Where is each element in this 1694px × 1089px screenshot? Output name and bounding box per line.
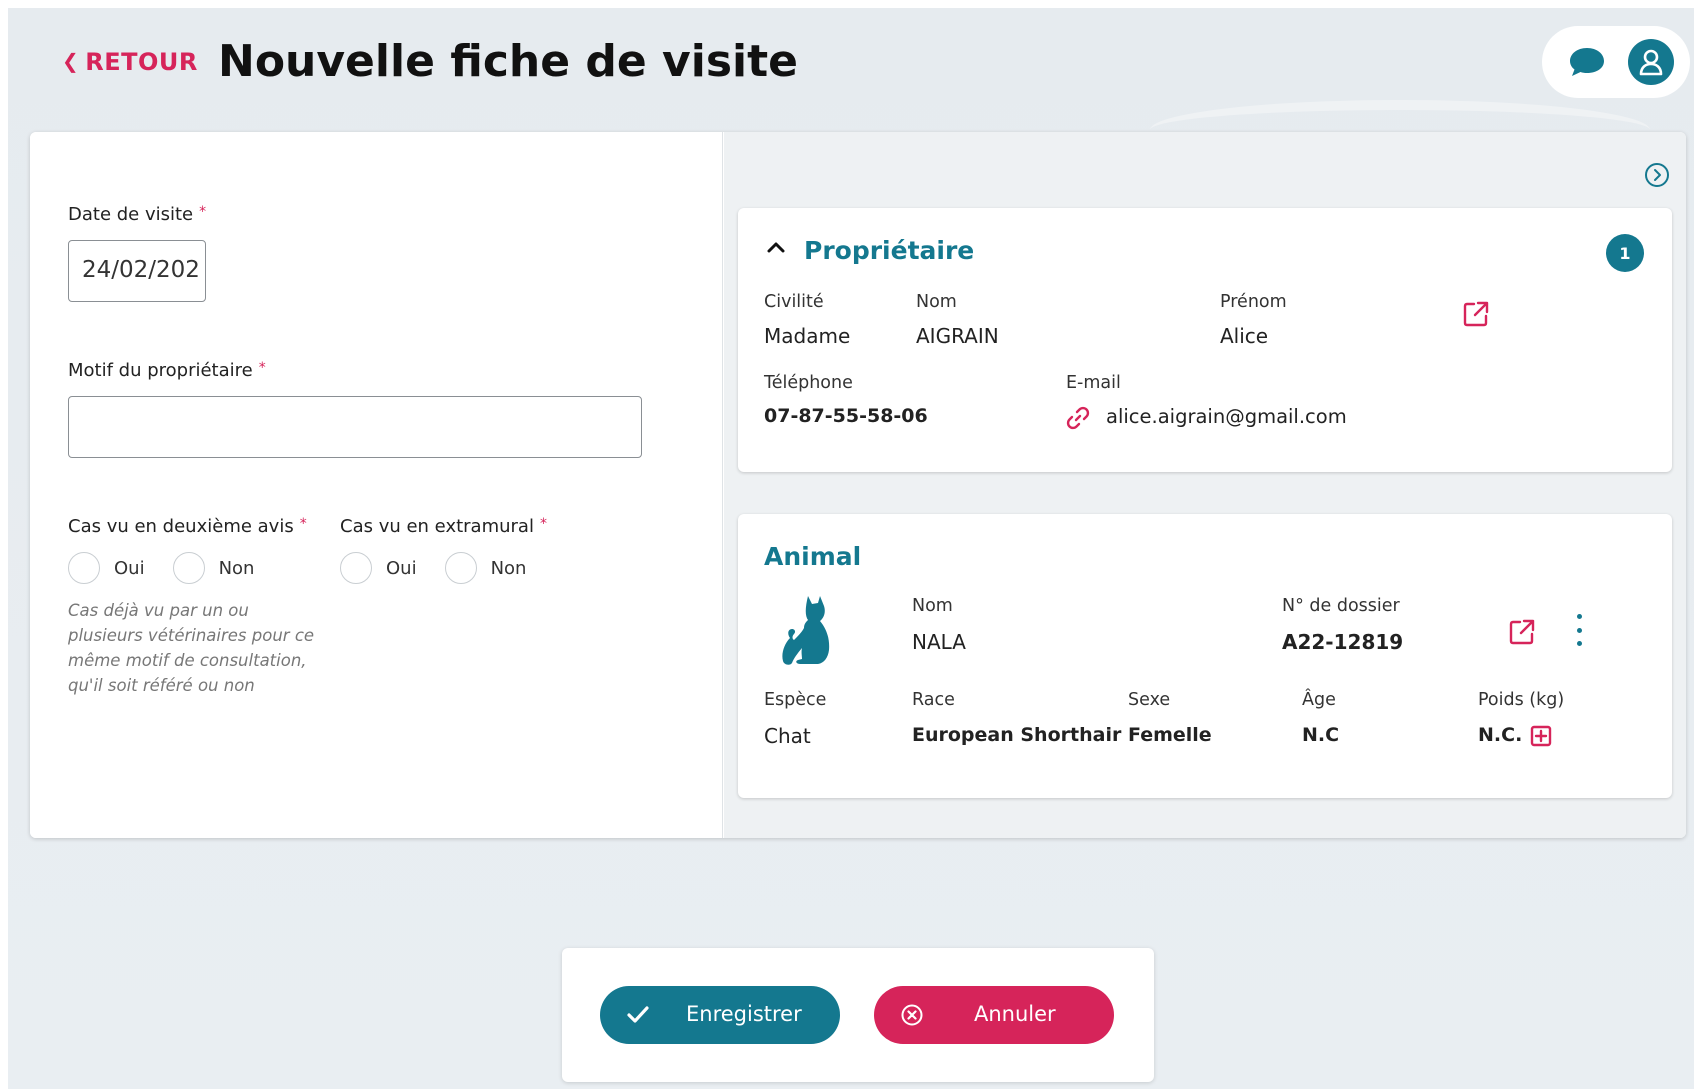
animal-card: Animal Nom NALA N° de dossier A22-12819 …: [738, 514, 1672, 798]
form-actions: Enregistrer Annuler: [562, 948, 1154, 1082]
species-label: Espèce: [764, 690, 827, 710]
more-options-icon[interactable]: [1574, 614, 1584, 646]
date-input[interactable]: 24/02/202: [68, 240, 206, 302]
owner-card: Propriétaire 1 Civilité Madame Nom AIGRA…: [738, 208, 1672, 472]
sex-value: Femelle: [1128, 724, 1212, 746]
weight-field: N.C.: [1478, 724, 1552, 747]
email-label: E-mail: [1066, 373, 1121, 393]
animal-name-value: NALA: [912, 630, 966, 654]
owner-count-badge: 1: [1606, 234, 1644, 272]
radio-label: Oui: [114, 557, 145, 579]
second-opinion-label: Cas vu en deuxième avis *: [68, 516, 307, 537]
weight-value: N.C.: [1478, 724, 1523, 746]
required-mark: *: [258, 360, 266, 376]
top-actions: [1542, 26, 1690, 98]
motif-label-text: Motif du propriétaire: [68, 360, 253, 381]
date-label-text: Date de visite: [68, 204, 194, 225]
radio-label: Oui: [386, 557, 417, 579]
radio-circle[interactable]: [172, 552, 205, 584]
required-mark: *: [539, 516, 547, 532]
species-value: Chat: [764, 724, 811, 748]
second-opinion-radio-group: Oui Non: [68, 552, 282, 584]
radio-label: Non: [218, 557, 255, 579]
cancel-button[interactable]: Annuler: [874, 986, 1114, 1044]
page-title: Nouvelle fiche de visite: [218, 36, 798, 87]
open-external-icon[interactable]: [1462, 300, 1490, 328]
chevron-left-icon: ❮: [62, 48, 80, 73]
extramural-label: Cas vu en extramural *: [340, 516, 547, 537]
breed-value: European Shorthair: [912, 724, 1122, 746]
extramural-label-text: Cas vu en extramural: [340, 516, 534, 537]
radio-circle[interactable]: [68, 552, 100, 584]
form-column: Date de visite * 24/02/202 Motif du propr…: [30, 132, 723, 838]
save-button[interactable]: Enregistrer: [600, 986, 840, 1044]
required-mark: *: [199, 204, 207, 220]
radio-circle[interactable]: [340, 552, 372, 584]
date-field-label: Date de visite *: [68, 204, 206, 225]
sex-label: Sexe: [1128, 690, 1171, 710]
owner-title: Propriétaire: [804, 236, 975, 265]
second-opinion-yes-radio[interactable]: Oui: [68, 552, 145, 584]
age-value: N.C: [1302, 724, 1340, 746]
required-mark: *: [299, 516, 307, 532]
radio-label: Non: [490, 557, 527, 579]
second-opinion-label-text: Cas vu en deuxième avis: [68, 516, 294, 537]
phone-label: Téléphone: [764, 373, 853, 393]
visit-form-card: Date de visite * 24/02/202 Motif du propr…: [30, 132, 1686, 838]
second-opinion-hint: Cas déjà vu par un ou plusieurs vétérina…: [68, 601, 315, 695]
civility-label: Civilité: [764, 292, 824, 312]
phone-value: 07-87-55-58-06: [764, 405, 928, 427]
check-icon: [627, 1006, 649, 1023]
animal-title: Animal: [764, 542, 862, 571]
open-external-icon[interactable]: [1508, 618, 1536, 646]
close-circle-icon: [901, 1004, 923, 1026]
firstname-value: Alice: [1220, 324, 1269, 348]
chat-icon[interactable]: [1568, 45, 1606, 79]
extramural-no-radio[interactable]: Non: [444, 552, 527, 584]
user-icon: [1639, 49, 1663, 76]
link-icon: [1066, 406, 1090, 430]
user-avatar-button[interactable]: [1628, 39, 1674, 85]
email-value[interactable]: alice.aigrain@gmail.com: [1106, 405, 1347, 428]
extramural-yes-radio[interactable]: Oui: [340, 552, 417, 584]
chevron-up-icon[interactable]: [766, 240, 786, 254]
chevron-right-circle-icon[interactable]: [1644, 162, 1670, 188]
save-label: Enregistrer: [686, 1002, 802, 1026]
cat-icon: [782, 596, 830, 665]
details-column: Propriétaire 1 Civilité Madame Nom AIGRA…: [724, 132, 1686, 838]
civility-value: Madame: [764, 324, 851, 348]
lastname-value: AIGRAIN: [916, 324, 999, 348]
second-opinion-no-radio[interactable]: Non: [172, 552, 255, 584]
add-weight-icon[interactable]: [1530, 725, 1552, 747]
firstname-label: Prénom: [1220, 292, 1287, 312]
file-number-value: A22-12819: [1282, 630, 1404, 654]
motif-field-label: Motif du propriétaire *: [68, 360, 266, 381]
radio-circle[interactable]: [444, 552, 477, 584]
animal-name-label: Nom: [912, 596, 953, 616]
weight-label: Poids (kg): [1478, 690, 1565, 710]
extramural-radio-group: Oui Non: [340, 552, 554, 584]
motif-input[interactable]: [68, 396, 642, 458]
lastname-label: Nom: [916, 292, 957, 312]
file-number-label: N° de dossier: [1282, 596, 1400, 616]
age-label: Âge: [1302, 690, 1336, 710]
back-label: RETOUR: [85, 48, 198, 76]
back-link[interactable]: ❮ RETOUR: [62, 48, 198, 76]
cancel-label: Annuler: [974, 1002, 1056, 1026]
breed-label: Race: [912, 690, 955, 710]
